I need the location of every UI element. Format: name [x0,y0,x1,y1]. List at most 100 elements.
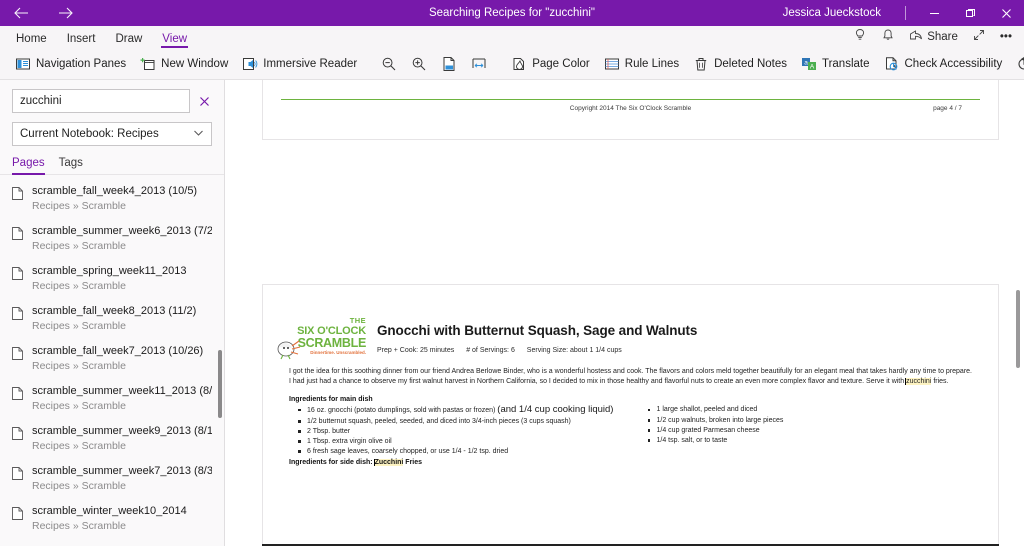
search-pane-scrollbar[interactable] [218,350,222,418]
recipe-header: THE SIX O'CLOCK SCRAMBLE Dinnertime. Uns… [277,285,980,360]
translate-button[interactable]: aA Translate [794,52,877,77]
clear-search-icon[interactable] [196,92,212,110]
document-icon [12,387,23,405]
ingredient-item: 1 Tbsp. extra virgin olive oil [289,437,631,447]
note-page-lower[interactable]: THE SIX O'CLOCK SCRAMBLE Dinnertime. Uns… [262,284,999,546]
titlebar-divider [905,6,906,20]
search-result-text: scramble_winter_week10_2014 Recipes » Sc… [32,504,187,533]
share-button[interactable]: Share [903,26,964,47]
chef-egg-mascot-icon [275,338,301,360]
recipe-intro-paragraph[interactable]: I got the idea for this soothing dinner … [281,367,980,387]
rule-lines-label: Rule Lines [624,58,680,70]
ingredient-item: 6 fresh sage leaves, coarsely chopped, o… [289,447,631,457]
search-match-highlight: zucchini [906,378,932,386]
search-results-list[interactable]: scramble_fall_week4_2013 (10/5) Recipes … [0,175,224,546]
search-result-item[interactable]: scramble_winter_week10_2014 Recipes » Sc… [0,499,224,539]
zoom-out-button[interactable] [374,52,404,77]
more-options-icon[interactable]: ••• [994,29,1018,45]
new-window-button[interactable]: New Window [133,52,235,77]
search-row [12,89,212,113]
tab-view[interactable]: View [152,31,197,49]
copyright-text: Copyright 2014 The Six O'Clock Scramble [569,105,692,112]
search-input[interactable] [12,89,190,113]
search-result-item[interactable]: scramble_fall_week7_2013 (10/26) Recipes… [0,339,224,379]
six-oclock-scramble-logo: THE SIX O'CLOCK SCRAMBLE Dinnertime. Uns… [277,315,367,360]
search-result-text: scramble_spring_week11_2013 Recipes » Sc… [32,264,187,293]
search-result-path: Recipes » Scramble [32,400,126,412]
recipe-serving-size: Serving Size: about 1 1/4 cups [526,347,622,354]
tab-tags[interactable]: Tags [59,157,83,174]
forward-arrow-icon[interactable] [52,2,78,24]
share-icon [909,28,923,45]
search-result-text: scramble_fall_week4_2013 (10/5) Recipes … [32,184,197,213]
workspace: Current Notebook: Recipes Pages Tags scr… [0,80,1024,546]
ingredient-item: 1/2 butternut squash, peeled, seeded, an… [289,417,631,427]
logo-line-scramble: SCRAMBLE [297,336,367,350]
search-result-text: scramble_summer_week7_2013 (8/3) Recipes… [32,464,212,493]
tab-draw[interactable]: Draw [105,31,152,49]
ingredients-columns: 16 oz. gnocchi (potato dumplings, sold w… [281,405,980,456]
deleted-notes-button[interactable]: Deleted Notes [686,52,794,77]
minimize-button[interactable] [916,0,952,26]
recipe-content: THE SIX O'CLOCK SCRAMBLE Dinnertime. Uns… [263,285,998,546]
ingredients-column-left: 16 oz. gnocchi (potato dumplings, sold w… [281,405,631,456]
page-width-button[interactable] [464,52,494,77]
search-result-item[interactable]: scramble_summer_week11_2013 (8/31) Recip… [0,379,224,419]
tab-insert[interactable]: Insert [57,31,106,49]
search-result-title: scramble_winter_week10_2014 [32,505,187,517]
note-page-upper[interactable]: Copyright 2014 The Six O'Clock Scramble … [262,80,999,140]
search-result-item[interactable]: scramble_fall_week8_2013 (11/2) Recipes … [0,299,224,339]
check-accessibility-button[interactable]: Check Accessibility [877,52,1010,77]
search-result-path: Recipes » Scramble [32,320,126,332]
logo-tagline: Dinnertime. Unscrambled. [310,350,366,355]
note-canvas[interactable]: Copyright 2014 The Six O'Clock Scramble … [225,80,1024,546]
tab-bar-actions: Share ••• [847,26,1024,49]
replay-button[interactable]: Replay [1009,52,1024,77]
search-result-item[interactable]: scramble_summer_week6_2013 (7/27) Recipe… [0,219,224,259]
zoom-in-icon [411,56,427,72]
deleted-notes-label: Deleted Notes [714,58,787,70]
tell-me-button[interactable] [847,26,873,47]
tab-home[interactable]: Home [6,31,57,49]
titlebar-navigation [0,2,78,24]
note-page-upper-content: Copyright 2014 The Six O'Clock Scramble … [263,99,998,277]
recipe-meta: Prep + Cook: 25 minutes # of Servings: 6… [377,347,980,354]
search-scope-dropdown[interactable]: Current Notebook: Recipes [12,122,212,146]
notifications-button[interactable] [875,26,901,47]
page-color-button[interactable]: Page Color [504,52,597,77]
search-result-path: Recipes » Scramble [32,240,126,252]
expand-ribbon-button[interactable] [966,26,992,47]
zoom-in-button[interactable] [404,52,434,77]
expand-diagonal-icon [972,28,986,45]
restore-button[interactable] [952,0,988,26]
zoom-100-icon [441,56,457,72]
navigation-panes-button[interactable]: Navigation Panes [8,52,133,77]
ingredients-list-left: 16 oz. gnocchi (potato dumplings, sold w… [289,405,631,456]
share-label: Share [927,30,958,43]
immersive-reader-button[interactable]: Immersive Reader [235,52,364,77]
search-result-item[interactable]: scramble_spring_week11_2013 Recipes » Sc… [0,259,224,299]
ingredients-column-right: 1 large shallot, peeled and diced 1/2 cu… [631,405,981,456]
rule-lines-button[interactable]: Rule Lines [597,52,686,77]
translate-icon: aA [801,56,817,72]
tab-pages[interactable]: Pages [12,157,45,175]
ingredient-item: 16 oz. gnocchi (potato dumplings, sold w… [289,405,631,416]
ingredient-item: 1 large shallot, peeled and diced [639,405,981,415]
check-accessibility-icon [884,56,900,72]
zoom-100-button[interactable] [434,52,464,77]
search-result-item[interactable]: scramble_summer_week9_2013 (8/17) Recipe… [0,419,224,459]
page-color-label: Page Color [532,58,590,70]
navigation-panes-icon [15,56,31,72]
canvas-scrollbar[interactable] [1016,290,1020,368]
search-result-title: scramble_summer_week7_2013 (8/3) [32,465,212,477]
search-scope-label: Current Notebook: Recipes [20,128,159,140]
search-result-item[interactable]: scramble_winter_week2_2013 Recipes » Scr… [0,539,224,546]
back-arrow-icon[interactable] [8,2,34,24]
search-result-item[interactable]: scramble_summer_week7_2013 (8/3) Recipes… [0,459,224,499]
search-result-item[interactable]: scramble_fall_week4_2013 (10/5) Recipes … [0,179,224,219]
recipe-intro-text-part2: fries. [931,378,949,386]
account-name[interactable]: Jessica Jueckstock [769,7,895,19]
close-button[interactable] [988,0,1024,26]
search-match-highlight: Zucchini [374,458,404,466]
logo-line-the: THE [349,316,366,325]
